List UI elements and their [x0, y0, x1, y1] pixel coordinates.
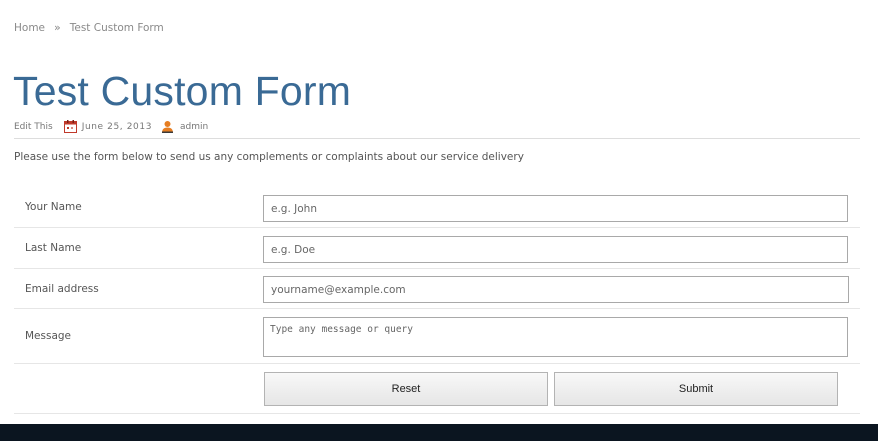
calendar-icon [63, 120, 77, 133]
breadcrumb-home-link[interactable]: Home [14, 22, 45, 34]
breadcrumb-current: Test Custom Form [69, 21, 164, 34]
footer-bar [0, 424, 878, 441]
intro-text: Please use the form below to send us any… [14, 151, 524, 163]
form-row-first-name: Your Name [14, 187, 860, 228]
email-input[interactable] [263, 276, 849, 303]
page-title: Test Custom Form [13, 68, 352, 114]
message-label: Message [25, 330, 72, 342]
title-divider [14, 138, 860, 139]
contact-form: Your Name Last Name Email address Messag… [14, 187, 860, 414]
breadcrumb: Home » Test Custom Form [14, 21, 164, 34]
author-link[interactable]: admin [180, 122, 208, 132]
last-name-input[interactable] [263, 236, 848, 263]
post-date: June 25, 2013 [81, 121, 153, 132]
breadcrumb-separator: » [54, 21, 61, 34]
form-row-actions: Reset Submit [14, 364, 860, 414]
first-name-input[interactable] [263, 195, 848, 222]
submit-button[interactable]: Submit [554, 372, 838, 406]
post-meta: Edit This June 25, 2013 admin [14, 120, 208, 133]
form-row-message: Message [14, 309, 860, 364]
message-textarea[interactable] [263, 317, 848, 357]
user-icon [161, 120, 174, 133]
email-label: Email address [25, 282, 99, 295]
edit-link[interactable]: Edit This [14, 122, 53, 132]
form-row-last-name: Last Name [14, 228, 860, 269]
form-row-email: Email address [14, 269, 860, 309]
reset-button[interactable]: Reset [264, 372, 548, 406]
last-name-label: Last Name [25, 242, 82, 254]
page: Home » Test Custom Form Test Custom Form… [0, 0, 878, 441]
first-name-label: Your Name [25, 201, 82, 213]
